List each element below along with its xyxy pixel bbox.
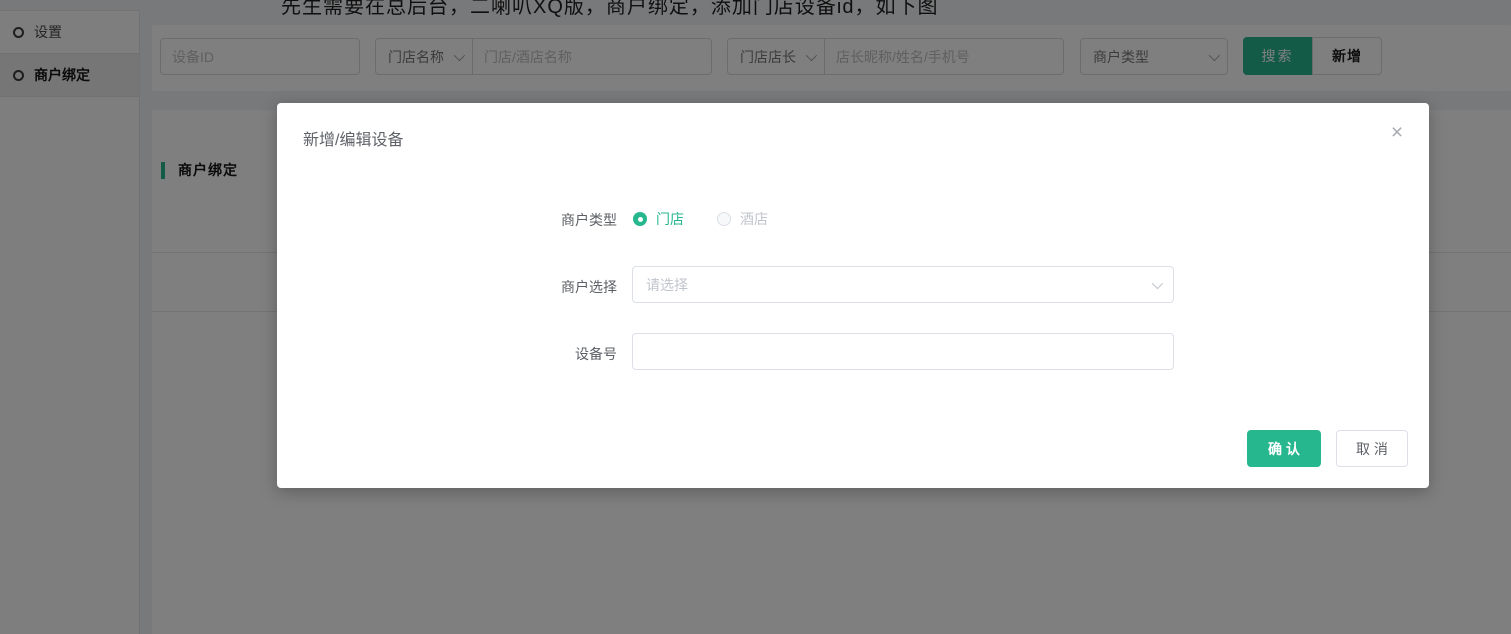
cancel-button[interactable]: 取 消 xyxy=(1336,430,1408,467)
close-icon[interactable]: × xyxy=(1383,119,1411,147)
merchant-select-label: 商户选择 xyxy=(561,279,617,295)
device-no-input[interactable] xyxy=(632,333,1174,370)
confirm-button[interactable]: 确 认 xyxy=(1247,430,1321,467)
merchant-select-placeholder: 请选择 xyxy=(646,276,688,293)
chevron-down-icon xyxy=(1151,277,1164,289)
radio-selected-icon xyxy=(633,212,647,226)
radio-store[interactable]: 门店 xyxy=(633,209,684,229)
radio-store-label: 门店 xyxy=(656,211,684,227)
radio-hotel[interactable]: 酒店 xyxy=(717,209,768,229)
merchant-select[interactable]: 请选择 xyxy=(632,266,1174,303)
radio-unselected-icon xyxy=(717,212,731,226)
merchant-type-label: 商户类型 xyxy=(561,212,617,228)
modal-title: 新增/编辑设备 xyxy=(303,132,404,149)
device-no-label: 设备号 xyxy=(575,346,617,362)
radio-hotel-label: 酒店 xyxy=(740,211,768,227)
add-edit-device-modal: 新增/编辑设备 × 商户类型 门店 酒店 商户选择 请选择 设备号 确 认 取 … xyxy=(277,103,1429,488)
